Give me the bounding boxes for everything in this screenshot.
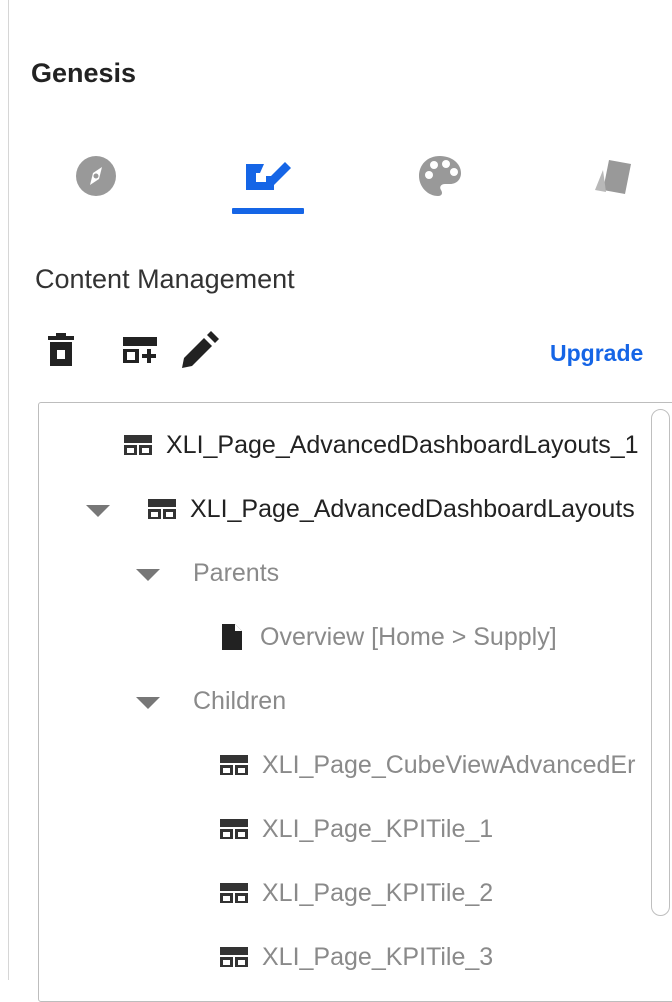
delete-button[interactable]: [43, 330, 79, 375]
tree-item-label: XLI_Page_AdvancedDashboardLayouts: [190, 495, 635, 523]
tab-explore[interactable]: [56, 140, 136, 216]
edit-button[interactable]: [180, 330, 220, 375]
tree-group-label: Parents: [193, 559, 280, 587]
upgrade-link[interactable]: Upgrade: [550, 340, 643, 367]
collapse-chevron-icon[interactable]: [136, 569, 160, 583]
tree-item-dashboard-layouts[interactable]: XLI_Page_AdvancedDashboardLayouts: [147, 489, 635, 529]
document-icon: [222, 624, 242, 650]
tab-content[interactable]: [228, 140, 308, 216]
layout-page-icon: [220, 883, 248, 903]
tab-theme[interactable]: [400, 140, 480, 216]
tab-bar: [0, 140, 672, 220]
tree-item-dashboard-layouts-1[interactable]: XLI_Page_AdvancedDashboardLayouts_1: [123, 425, 639, 465]
tree-item-label: Overview [Home > Supply]: [260, 623, 557, 651]
app-title: Genesis: [31, 58, 137, 88]
tree-group-label: Children: [193, 687, 287, 715]
cards-icon: [595, 160, 631, 194]
tree-item-cubeview[interactable]: XLI_Page_CubeViewAdvancedEr: [219, 745, 635, 785]
compass-icon: [76, 156, 116, 196]
layout-page-icon: [148, 499, 176, 519]
pencil-icon: [182, 331, 219, 368]
layout-page-icon: [220, 755, 248, 775]
tree-group-parents[interactable]: Parents: [193, 553, 279, 593]
collapse-chevron-icon[interactable]: [136, 697, 160, 711]
trash-icon: [48, 333, 74, 366]
tree-group-children[interactable]: Children: [193, 681, 286, 721]
layout-page-icon: [220, 947, 248, 967]
tree-item-label: XLI_Page_CubeViewAdvancedEr: [262, 751, 636, 779]
content-edit-icon: [246, 162, 291, 190]
collapse-chevron-icon[interactable]: [86, 505, 110, 519]
tree-item-label: XLI_Page_AdvancedDashboardLayouts_1: [166, 431, 639, 459]
palette-icon: [419, 156, 461, 196]
layout-page-icon: [220, 819, 248, 839]
tab-cards[interactable]: [572, 140, 652, 216]
tree-scrollbar[interactable]: [651, 409, 670, 916]
tree-item-label: XLI_Page_KPITile_2: [262, 879, 494, 907]
tree-item-kpitile-3[interactable]: XLI_Page_KPITile_3: [219, 937, 493, 977]
content-tree: XLI_Page_AdvancedDashboardLayouts_1 XLI_…: [38, 402, 672, 1002]
section-title: Content Management: [35, 264, 295, 294]
tree-item-overview[interactable]: Overview [Home > Supply]: [221, 617, 557, 657]
add-layout-icon: [123, 337, 157, 363]
tree-item-kpitile-2[interactable]: XLI_Page_KPITile_2: [219, 873, 493, 913]
active-tab-indicator: [232, 208, 304, 214]
layout-page-icon: [124, 435, 152, 455]
tree-item-label: XLI_Page_KPITile_3: [262, 943, 494, 971]
tree-item-label: XLI_Page_KPITile_1: [262, 815, 494, 843]
add-layout-button[interactable]: [122, 330, 160, 375]
tree-item-kpitile-1[interactable]: XLI_Page_KPITile_1: [219, 809, 493, 849]
